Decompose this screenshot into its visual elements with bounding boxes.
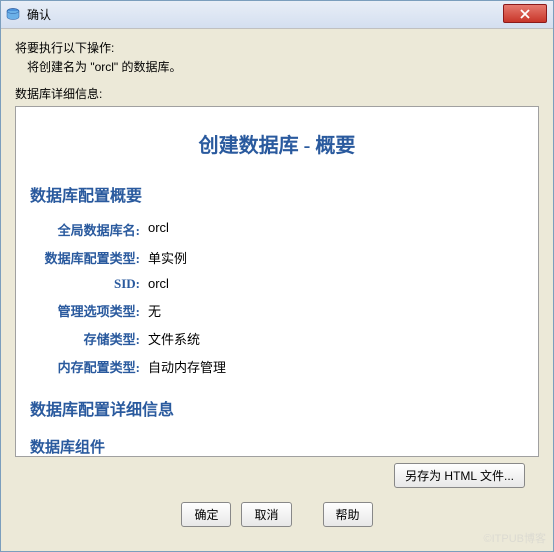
app-icon bbox=[5, 7, 21, 23]
config-label: 内存配置类型: bbox=[40, 357, 140, 376]
ok-button[interactable]: 确定 bbox=[181, 502, 231, 527]
config-row-mgmt-option: 管理选项类型: 无 bbox=[40, 301, 524, 320]
components-header: 数据库组件 bbox=[30, 436, 524, 457]
detail-header: 数据库配置详细信息 bbox=[30, 396, 524, 420]
config-value: orcl bbox=[148, 276, 169, 292]
config-row-storage-type: 存储类型: 文件系统 bbox=[40, 329, 524, 348]
config-header: 数据库配置概要 bbox=[30, 182, 524, 206]
save-html-button[interactable]: 另存为 HTML 文件... bbox=[394, 463, 525, 488]
config-row-global-db-name: 全局数据库名: orcl bbox=[40, 220, 524, 239]
cancel-button[interactable]: 取消 bbox=[241, 502, 291, 527]
dialog-window: 确认 将要执行以下操作: 将创建名为 "orcl" 的数据库。 数据库详细信息:… bbox=[0, 0, 554, 552]
config-label: SID: bbox=[40, 276, 140, 292]
config-value: 无 bbox=[148, 301, 161, 320]
config-value: 自动内存管理 bbox=[148, 357, 226, 376]
save-row: 另存为 HTML 文件... bbox=[15, 457, 539, 494]
config-label: 存储类型: bbox=[40, 329, 140, 348]
close-button[interactable] bbox=[503, 4, 547, 23]
config-value: 文件系统 bbox=[148, 329, 200, 348]
config-label: 全局数据库名: bbox=[40, 220, 140, 239]
dialog-buttons: 确定 取消 帮助 bbox=[15, 494, 539, 541]
config-table: 全局数据库名: orcl 数据库配置类型: 单实例 SID: orcl 管理选项… bbox=[40, 220, 524, 376]
intro-line-2: 将创建名为 "orcl" 的数据库。 bbox=[27, 58, 539, 75]
config-row-sid: SID: orcl bbox=[40, 276, 524, 292]
details-pane[interactable]: 创建数据库 - 概要 数据库配置概要 全局数据库名: orcl 数据库配置类型:… bbox=[15, 106, 539, 457]
titlebar: 确认 bbox=[1, 1, 553, 29]
config-row-memory-type: 内存配置类型: 自动内存管理 bbox=[40, 357, 524, 376]
window-title: 确认 bbox=[27, 6, 51, 23]
dialog-content: 将要执行以下操作: 将创建名为 "orcl" 的数据库。 数据库详细信息: 创建… bbox=[1, 29, 553, 551]
config-label: 数据库配置类型: bbox=[40, 248, 140, 267]
config-label: 管理选项类型: bbox=[40, 301, 140, 320]
details-label: 数据库详细信息: bbox=[15, 85, 539, 102]
summary-title: 创建数据库 - 概要 bbox=[30, 129, 524, 158]
config-value: 单实例 bbox=[148, 248, 187, 267]
config-value: orcl bbox=[148, 220, 169, 239]
config-row-config-type: 数据库配置类型: 单实例 bbox=[40, 248, 524, 267]
help-button[interactable]: 帮助 bbox=[323, 502, 373, 527]
intro-line-1: 将要执行以下操作: bbox=[15, 39, 539, 56]
